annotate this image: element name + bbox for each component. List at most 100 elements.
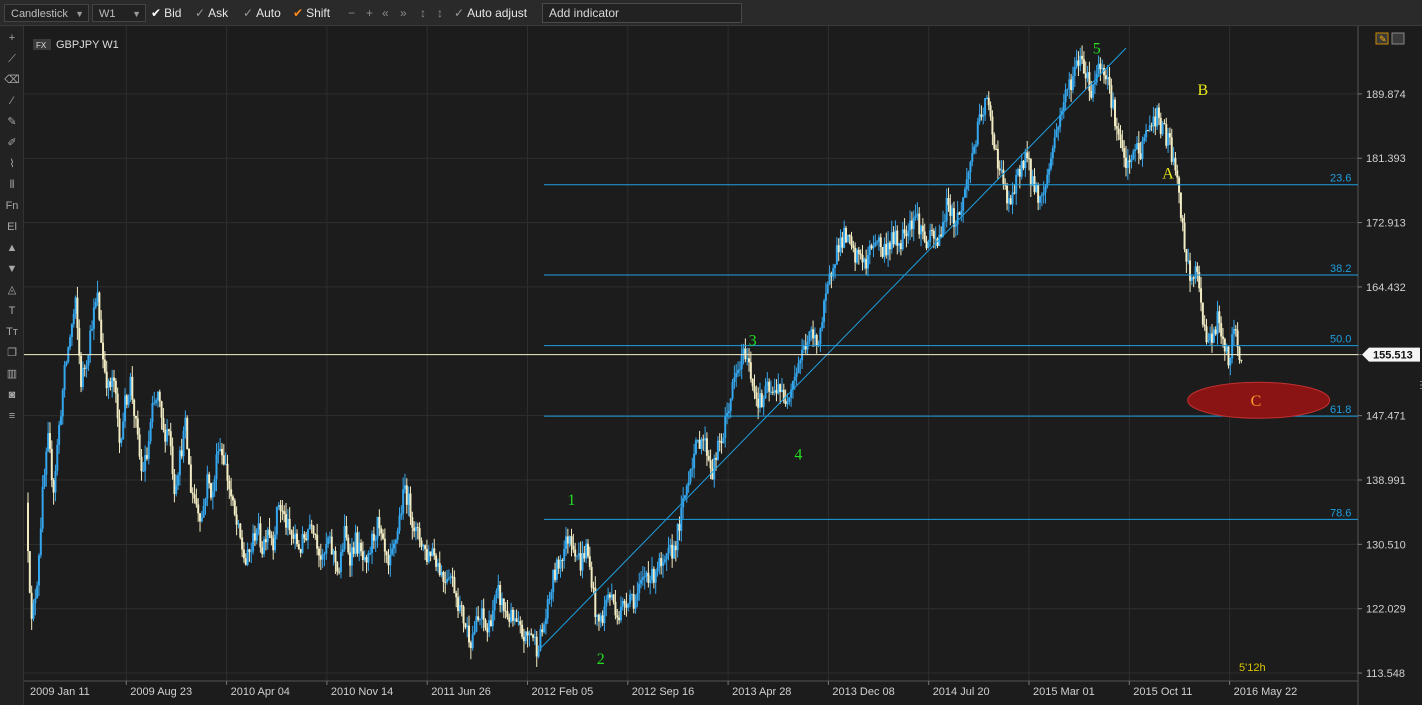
timeframe-select[interactable]: W1 ▼ [92,4,146,22]
candle-body [59,416,62,425]
line-tool-icon[interactable]: ⁄ [3,92,21,110]
fib-level-label: 38.2 [1330,263,1351,275]
scroll-forward-icon[interactable]: » [400,4,407,22]
candle-body [956,212,959,225]
volume-icon[interactable]: ▥ [3,365,21,383]
bid-toggle[interactable]: ✔ Bid [151,4,181,22]
candle-body [248,549,251,552]
list-icon[interactable]: ≡ [3,407,21,425]
candle-body [449,576,452,579]
y-tick-label: 164.432 [1366,282,1406,294]
el-icon[interactable]: El [3,218,21,236]
candle-body [363,557,366,560]
candle-body [173,473,176,495]
candle-body [1134,149,1137,152]
candle-body [1165,124,1168,146]
shapes-icon[interactable]: ◬ [3,281,21,299]
candle-body [921,225,924,232]
candle-body [874,242,877,247]
arrow-up-icon[interactable]: ▲ [3,239,21,257]
candle-body [559,559,562,569]
fn-icon[interactable]: Fn [3,197,21,215]
candle-body [1227,346,1230,366]
pencil-icon[interactable]: ✎ [3,113,21,131]
candle-body [242,549,245,559]
candle-body [47,433,50,452]
chart-type-select[interactable]: Candlestick ▼ [4,4,89,22]
ruler-icon[interactable]: ⟋ [3,50,21,68]
candle-body [1108,76,1111,86]
compress-vertical-icon[interactable]: ↕ [437,4,443,22]
x-tick-label: 2013 Dec 08 [832,686,894,698]
camera-icon[interactable]: ◙ [3,386,21,404]
maximize-icon[interactable] [1391,32,1405,45]
candle-body [116,393,119,419]
brush-icon[interactable]: ⌇ [3,155,21,173]
candle-body [486,627,489,633]
candle-body [147,441,150,459]
candle-body [383,538,386,552]
candle-body [460,605,463,607]
candle-body [636,593,639,601]
candle-body [341,549,344,553]
shift-toggle[interactable]: ✔ Shift [293,4,330,22]
shift-label: Shift [306,6,331,20]
candle-body [319,555,322,560]
auto-adjust-toggle[interactable]: ✓ Auto adjust [454,4,527,22]
add-icon[interactable]: + [3,29,21,47]
candle-body [142,470,145,472]
candle-body [669,544,672,548]
bar-tool-icon[interactable]: ⫴ [3,176,21,194]
wave-label: 3 [749,333,757,350]
candle-body [455,593,458,598]
candle-body [367,553,370,563]
x-tick-label: 2010 Nov 14 [331,686,393,698]
x-tick-label: 2016 May 22 [1234,686,1298,698]
candle-body [347,537,350,553]
eraser-icon[interactable]: ⌫ [3,71,21,89]
add-indicator-input[interactable]: Add indicator [542,3,742,23]
candle-body [160,401,163,418]
candle-body [149,422,152,442]
candle-body [998,168,1001,171]
arrow-down-icon[interactable]: ▼ [3,260,21,278]
layers-icon[interactable]: ❐ [3,344,21,362]
candle-body [667,547,670,554]
candle-body [819,328,822,345]
candle-body [409,493,412,518]
candle-body [768,381,771,392]
candle-body [1051,148,1054,159]
candle-body [504,610,507,612]
wave-label: 4 [794,446,802,463]
scroll-handle-icon[interactable]: ⋮ [1416,380,1422,391]
auto-toggle[interactable]: ✓ Auto [243,4,281,22]
stretch-vertical-icon[interactable]: ↕ [420,4,426,22]
price-chart[interactable]: 23.6 38.2 50.0 61.8 78.6 1 2 3 4 5 A B C 189.874 181… [24,26,1422,705]
candle-body [169,431,172,447]
pen-icon[interactable]: ✐ [3,134,21,152]
candle-body [786,401,789,405]
candle-body [336,562,339,572]
candle-body [1240,359,1243,361]
x-tick-label: 2013 Apr 28 [732,686,791,698]
candle-body [1181,217,1184,223]
candle-body [136,418,139,435]
candle-body [296,533,299,545]
y-tick-label: 172.913 [1366,218,1406,230]
candle-body [751,379,754,387]
candle-body [870,245,873,249]
candle-body [1125,157,1127,168]
text-size-icon[interactable]: Tт [3,323,21,341]
scroll-back-icon[interactable]: « [382,4,389,22]
ask-toggle[interactable]: ✓ Ask [195,4,228,22]
candle-body [133,399,136,416]
zoom-in-icon[interactable]: + [366,4,373,22]
candle-body [361,551,364,560]
candle-body [859,253,862,255]
candle-body [440,572,443,576]
candle-body [744,348,747,360]
zoom-out-icon[interactable]: − [348,4,355,22]
candle-body [694,440,697,454]
text-icon[interactable]: T [3,302,21,320]
candle-body [431,548,434,557]
